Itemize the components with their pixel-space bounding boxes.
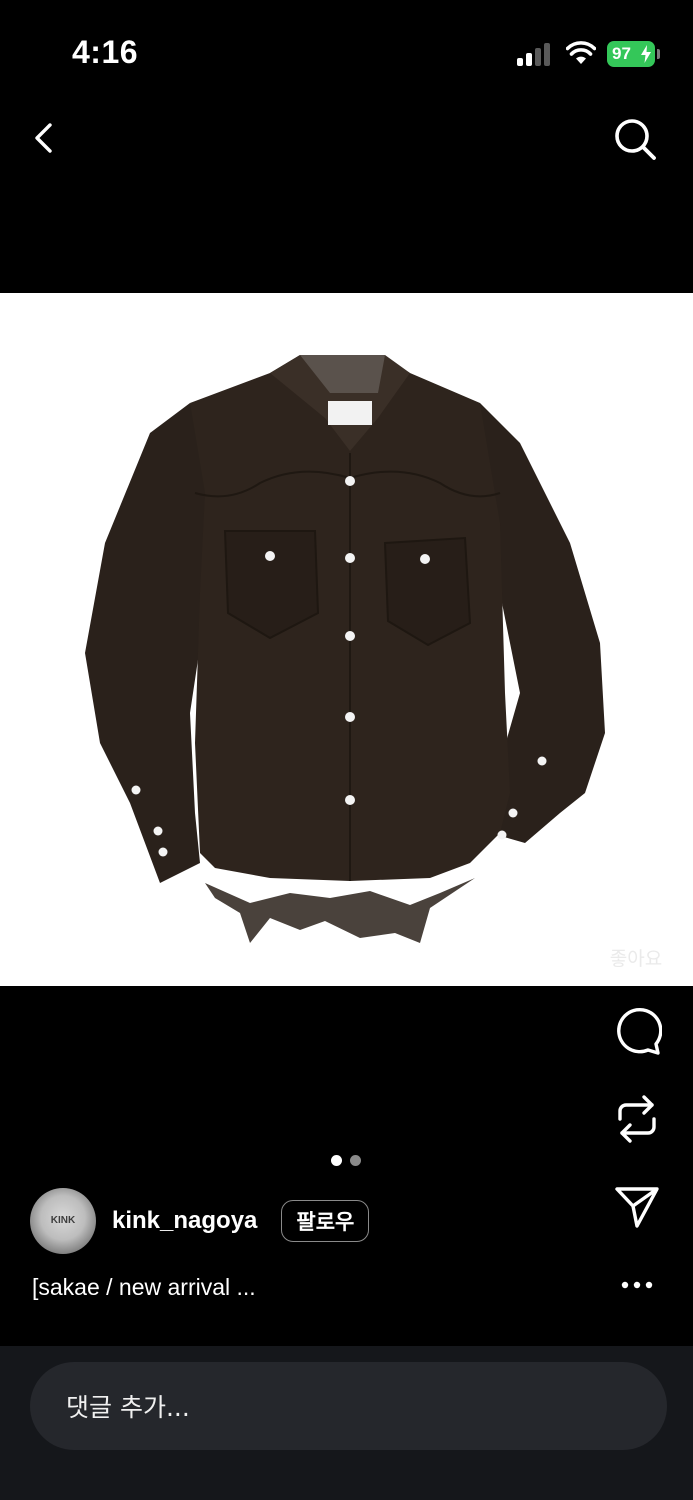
shirt-illustration: [85, 355, 605, 943]
status-bar: 4:16 97: [0, 0, 693, 100]
post-image[interactable]: [0, 293, 693, 986]
status-time: 4:16: [72, 34, 139, 70]
battery-indicator: 97: [607, 41, 660, 67]
more-icon[interactable]: [616, 1270, 658, 1300]
charging-bolt-icon: [641, 45, 651, 63]
like-label: 좋아요: [609, 949, 663, 970]
comment-bar: 댓글 추가...: [0, 1346, 693, 1500]
chevron-left-icon[interactable]: [26, 118, 66, 158]
carousel-indicator: [331, 1155, 363, 1167]
follow-button[interactable]: 팔로우: [281, 1200, 370, 1242]
wifi-icon: [566, 41, 596, 64]
comment-input[interactable]: 댓글 추가...: [30, 1362, 667, 1450]
heart-icon[interactable]: [610, 874, 662, 926]
avatar[interactable]: KINK: [30, 1188, 96, 1254]
repost-icon[interactable]: [612, 1093, 662, 1145]
comment-bubble-icon[interactable]: [612, 1006, 662, 1056]
carousel-dot: [350, 1155, 361, 1166]
send-icon[interactable]: [612, 1182, 662, 1232]
carousel-dot-active: [331, 1155, 342, 1166]
battery-level: 97: [612, 44, 631, 63]
username[interactable]: kink_nagoya: [112, 1207, 257, 1235]
avatar-logo-text: KINK: [50, 1215, 76, 1226]
post-caption[interactable]: [sakae / new arrival ...: [32, 1274, 256, 1301]
search-icon[interactable]: [611, 115, 659, 163]
post-author: KINK kink_nagoya 팔로우: [30, 1188, 370, 1254]
signal-icon: [517, 42, 553, 66]
